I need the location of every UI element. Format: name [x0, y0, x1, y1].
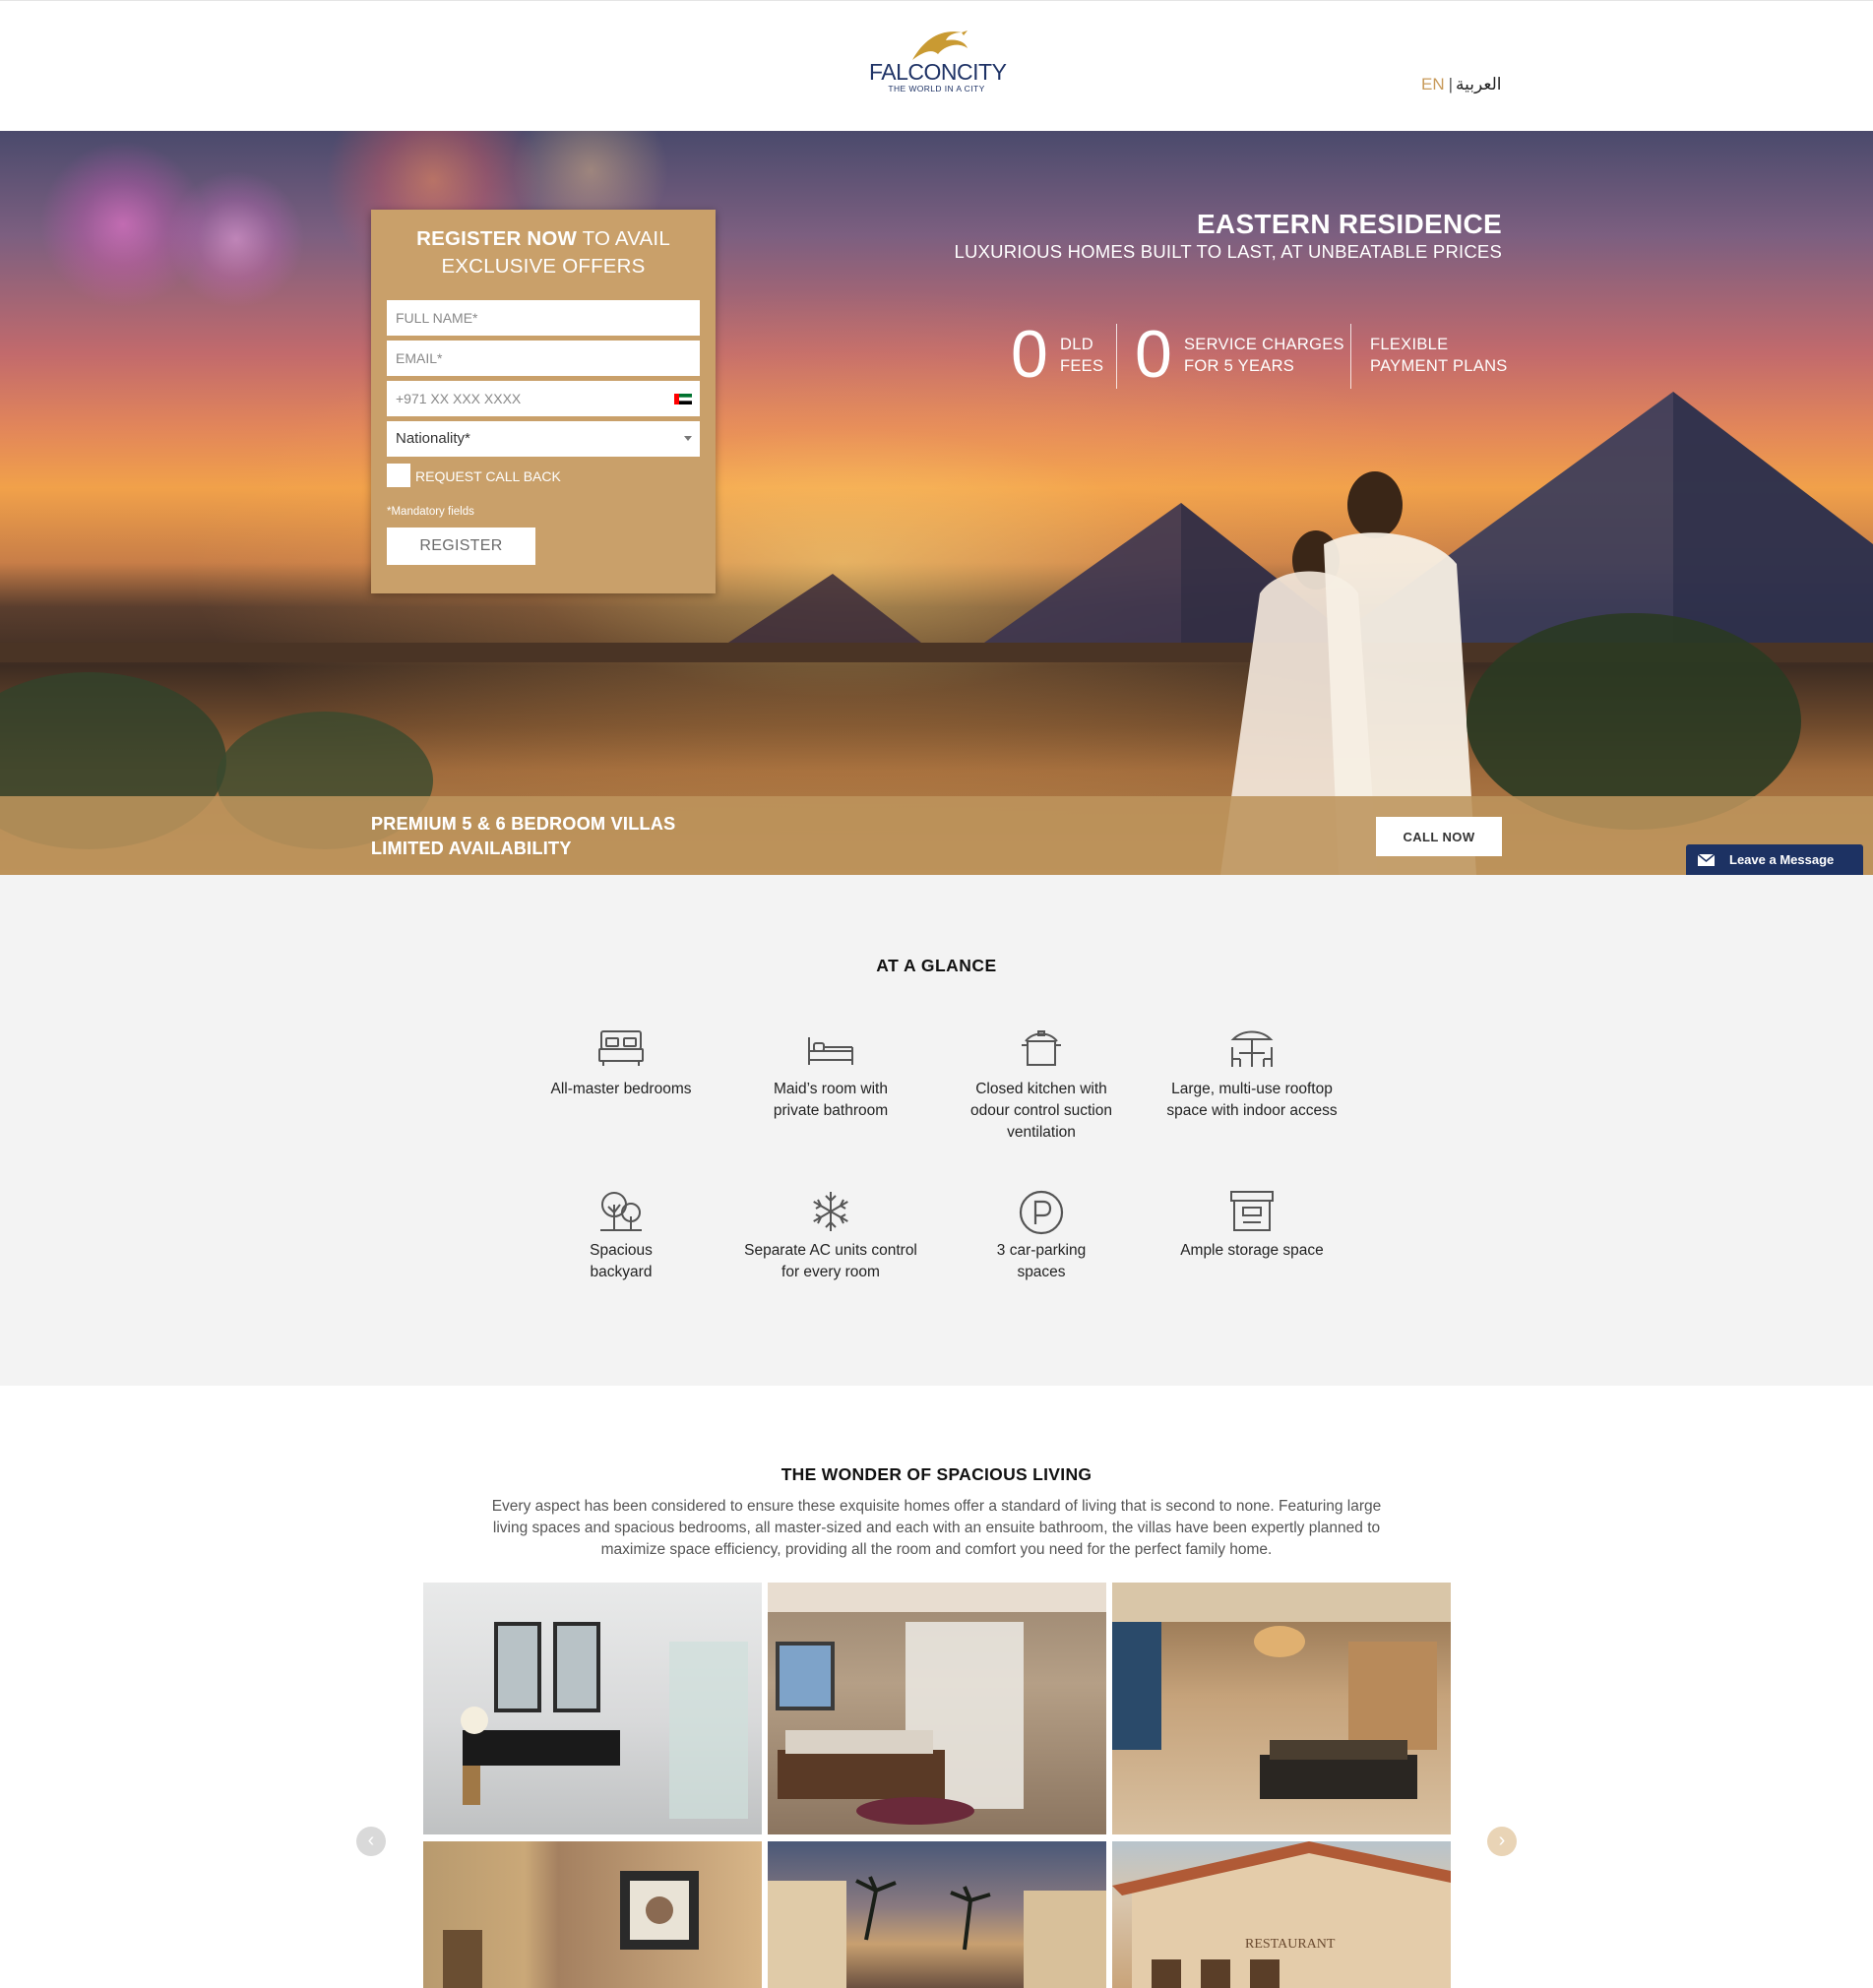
- register-form: REGISTER NOW TO AVAIL EXCLUSIVE OFFERS F…: [371, 210, 716, 593]
- lang-separator: |: [1448, 75, 1454, 93]
- rooftop-table-icon: [1230, 1030, 1274, 1067]
- promo-line-1: PREMIUM 5 & 6 BEDROOM VILLAS: [371, 814, 676, 834]
- feature-item: 3 car-parking spaces: [943, 1189, 1140, 1283]
- call-now-button[interactable]: CALL NOW: [1376, 817, 1502, 856]
- nationality-selected-value: Nationality*: [396, 430, 470, 447]
- gallery-image-villa-exterior[interactable]: [768, 1841, 1106, 1988]
- gallery-next-arrow[interactable]: ›: [1487, 1827, 1517, 1856]
- fullname-placeholder: FULL NAME*: [396, 310, 478, 326]
- phone-input[interactable]: +971 XX XXX XXXX: [387, 381, 700, 416]
- phone-placeholder: +971 XX XXX XXXX: [396, 391, 522, 406]
- feature-item: All-master bedrooms: [523, 1027, 719, 1100]
- form-title: REGISTER NOW TO AVAIL EXCLUSIVE OFFERS: [371, 225, 716, 280]
- at-a-glance-section: AT A GLANCE All-master bedrooms Maid’s r…: [0, 875, 1873, 1386]
- falconcity-logo[interactable]: FALCONCITY THE WORLD IN A CITY: [869, 27, 1007, 105]
- hero-promo-band: [0, 796, 1873, 875]
- gallery-image-bathroom[interactable]: [423, 1583, 762, 1834]
- logo-wordmark: FALCONCITY: [869, 59, 1007, 85]
- stat-label: DLD FEES: [1060, 336, 1104, 375]
- email-input[interactable]: EMAIL*: [387, 341, 700, 376]
- feature-item: Ample storage space: [1154, 1189, 1350, 1262]
- leave-message-label: Leave a Message: [1729, 852, 1835, 867]
- bed-icon: [598, 1030, 644, 1066]
- site-header: FALCONCITY THE WORLD IN A CITY EN | العربي…: [0, 0, 1873, 131]
- hero-title: EASTERN RESIDENCE: [1196, 209, 1502, 239]
- mandatory-note: *Mandatory fields: [387, 506, 474, 518]
- wonder-description: Every aspect has been considered to ensu…: [491, 1498, 1382, 1558]
- stat-label: SERVICE CHARGES FOR 5 YEARS: [1184, 336, 1344, 375]
- pyramid-skyline-illustration: [0, 392, 1873, 875]
- wonder-title: THE WONDER OF SPACIOUS LIVING: [780, 1464, 1093, 1484]
- uae-flag-icon[interactable]: [674, 394, 692, 404]
- feature-item: Spacious backyard: [523, 1189, 719, 1283]
- leave-message-button[interactable]: Leave a Message: [1686, 844, 1863, 875]
- chevron-down-icon: [684, 436, 692, 441]
- language-switcher: EN | العربية: [1421, 75, 1502, 94]
- glance-title: AT A GLANCE: [876, 956, 997, 975]
- register-button[interactable]: REGISTER: [387, 528, 535, 565]
- feature-label: All-master bedrooms: [550, 1081, 692, 1097]
- snowflake-icon: [813, 1192, 848, 1231]
- fullname-input[interactable]: FULL NAME*: [387, 300, 700, 336]
- nationality-select[interactable]: Nationality*: [387, 421, 700, 457]
- lang-en-link[interactable]: EN: [1421, 75, 1445, 93]
- gallery-image-bedroom[interactable]: [768, 1583, 1106, 1834]
- restaurant-sign: RESTAURANT: [1245, 1937, 1336, 1952]
- stat-divider: [1116, 324, 1117, 389]
- form-title-bold: REGISTER NOW: [416, 227, 578, 250]
- feature-label: Ample storage space: [1180, 1242, 1324, 1259]
- feature-label: Large, multi-use rooftop space with indoo…: [1166, 1081, 1338, 1119]
- feature-item: Separate AC units control for every room: [732, 1189, 929, 1283]
- feature-item: Maid’s room with private bathroom: [732, 1027, 929, 1122]
- stat-number: 0: [1011, 317, 1048, 392]
- storage-box-icon: [1230, 1191, 1274, 1231]
- feature-label: Spacious backyard: [590, 1242, 653, 1280]
- hero-subtitle: LUXURIOUS HOMES BUILT TO LAST, AT UNBEAT…: [954, 241, 1502, 262]
- callback-checkbox[interactable]: [387, 464, 410, 487]
- envelope-icon: [1698, 854, 1715, 866]
- feature-item: Closed kitchen with odour control suction…: [943, 1027, 1140, 1144]
- logo-tagline: THE WORLD IN A CITY: [888, 84, 985, 93]
- feature-item: Large, multi-use rooftop space with indoo…: [1154, 1027, 1350, 1122]
- promo-band-text-overlay: PREMIUM 5 & 6 BEDROOM VILLAS LIMITED AVA…: [371, 812, 675, 861]
- feature-label: Closed kitchen with odour control suction…: [970, 1081, 1112, 1141]
- hero-banner: REGISTER NOW TO AVAIL EXCLUSIVE OFFERS F…: [0, 131, 1873, 875]
- trees-icon: [600, 1192, 642, 1231]
- stat-number: 0: [1135, 317, 1172, 392]
- gallery-prev-arrow[interactable]: ‹: [356, 1827, 386, 1856]
- parking-icon: [1019, 1190, 1064, 1235]
- single-bed-icon: [808, 1037, 853, 1065]
- stat-label: FLEXIBLE PAYMENT PLANS: [1370, 336, 1508, 375]
- cooking-pot-icon: [1022, 1030, 1061, 1066]
- gallery-image-master-bedroom[interactable]: [1112, 1583, 1451, 1834]
- email-placeholder: EMAIL*: [396, 350, 443, 366]
- callback-label[interactable]: REQUEST CALL BACK: [415, 468, 561, 484]
- lang-ar-link[interactable]: العربية: [1456, 75, 1501, 93]
- stat-divider: [1350, 324, 1351, 389]
- gallery-image-living-room[interactable]: [423, 1841, 762, 1988]
- feature-label: Separate AC units control for every room: [744, 1242, 917, 1280]
- hero-headline: EASTERN RESIDENCE LUXURIOUS HOMES BUILT …: [955, 208, 1502, 263]
- promo-line-2: LIMITED AVAILABILITY: [371, 839, 572, 858]
- feature-label: 3 car-parking spaces: [996, 1242, 1087, 1280]
- gallery-image-restaurant[interactable]: RESTAURANT: [1112, 1841, 1451, 1988]
- feature-label: Maid’s room with private bathroom: [773, 1081, 889, 1119]
